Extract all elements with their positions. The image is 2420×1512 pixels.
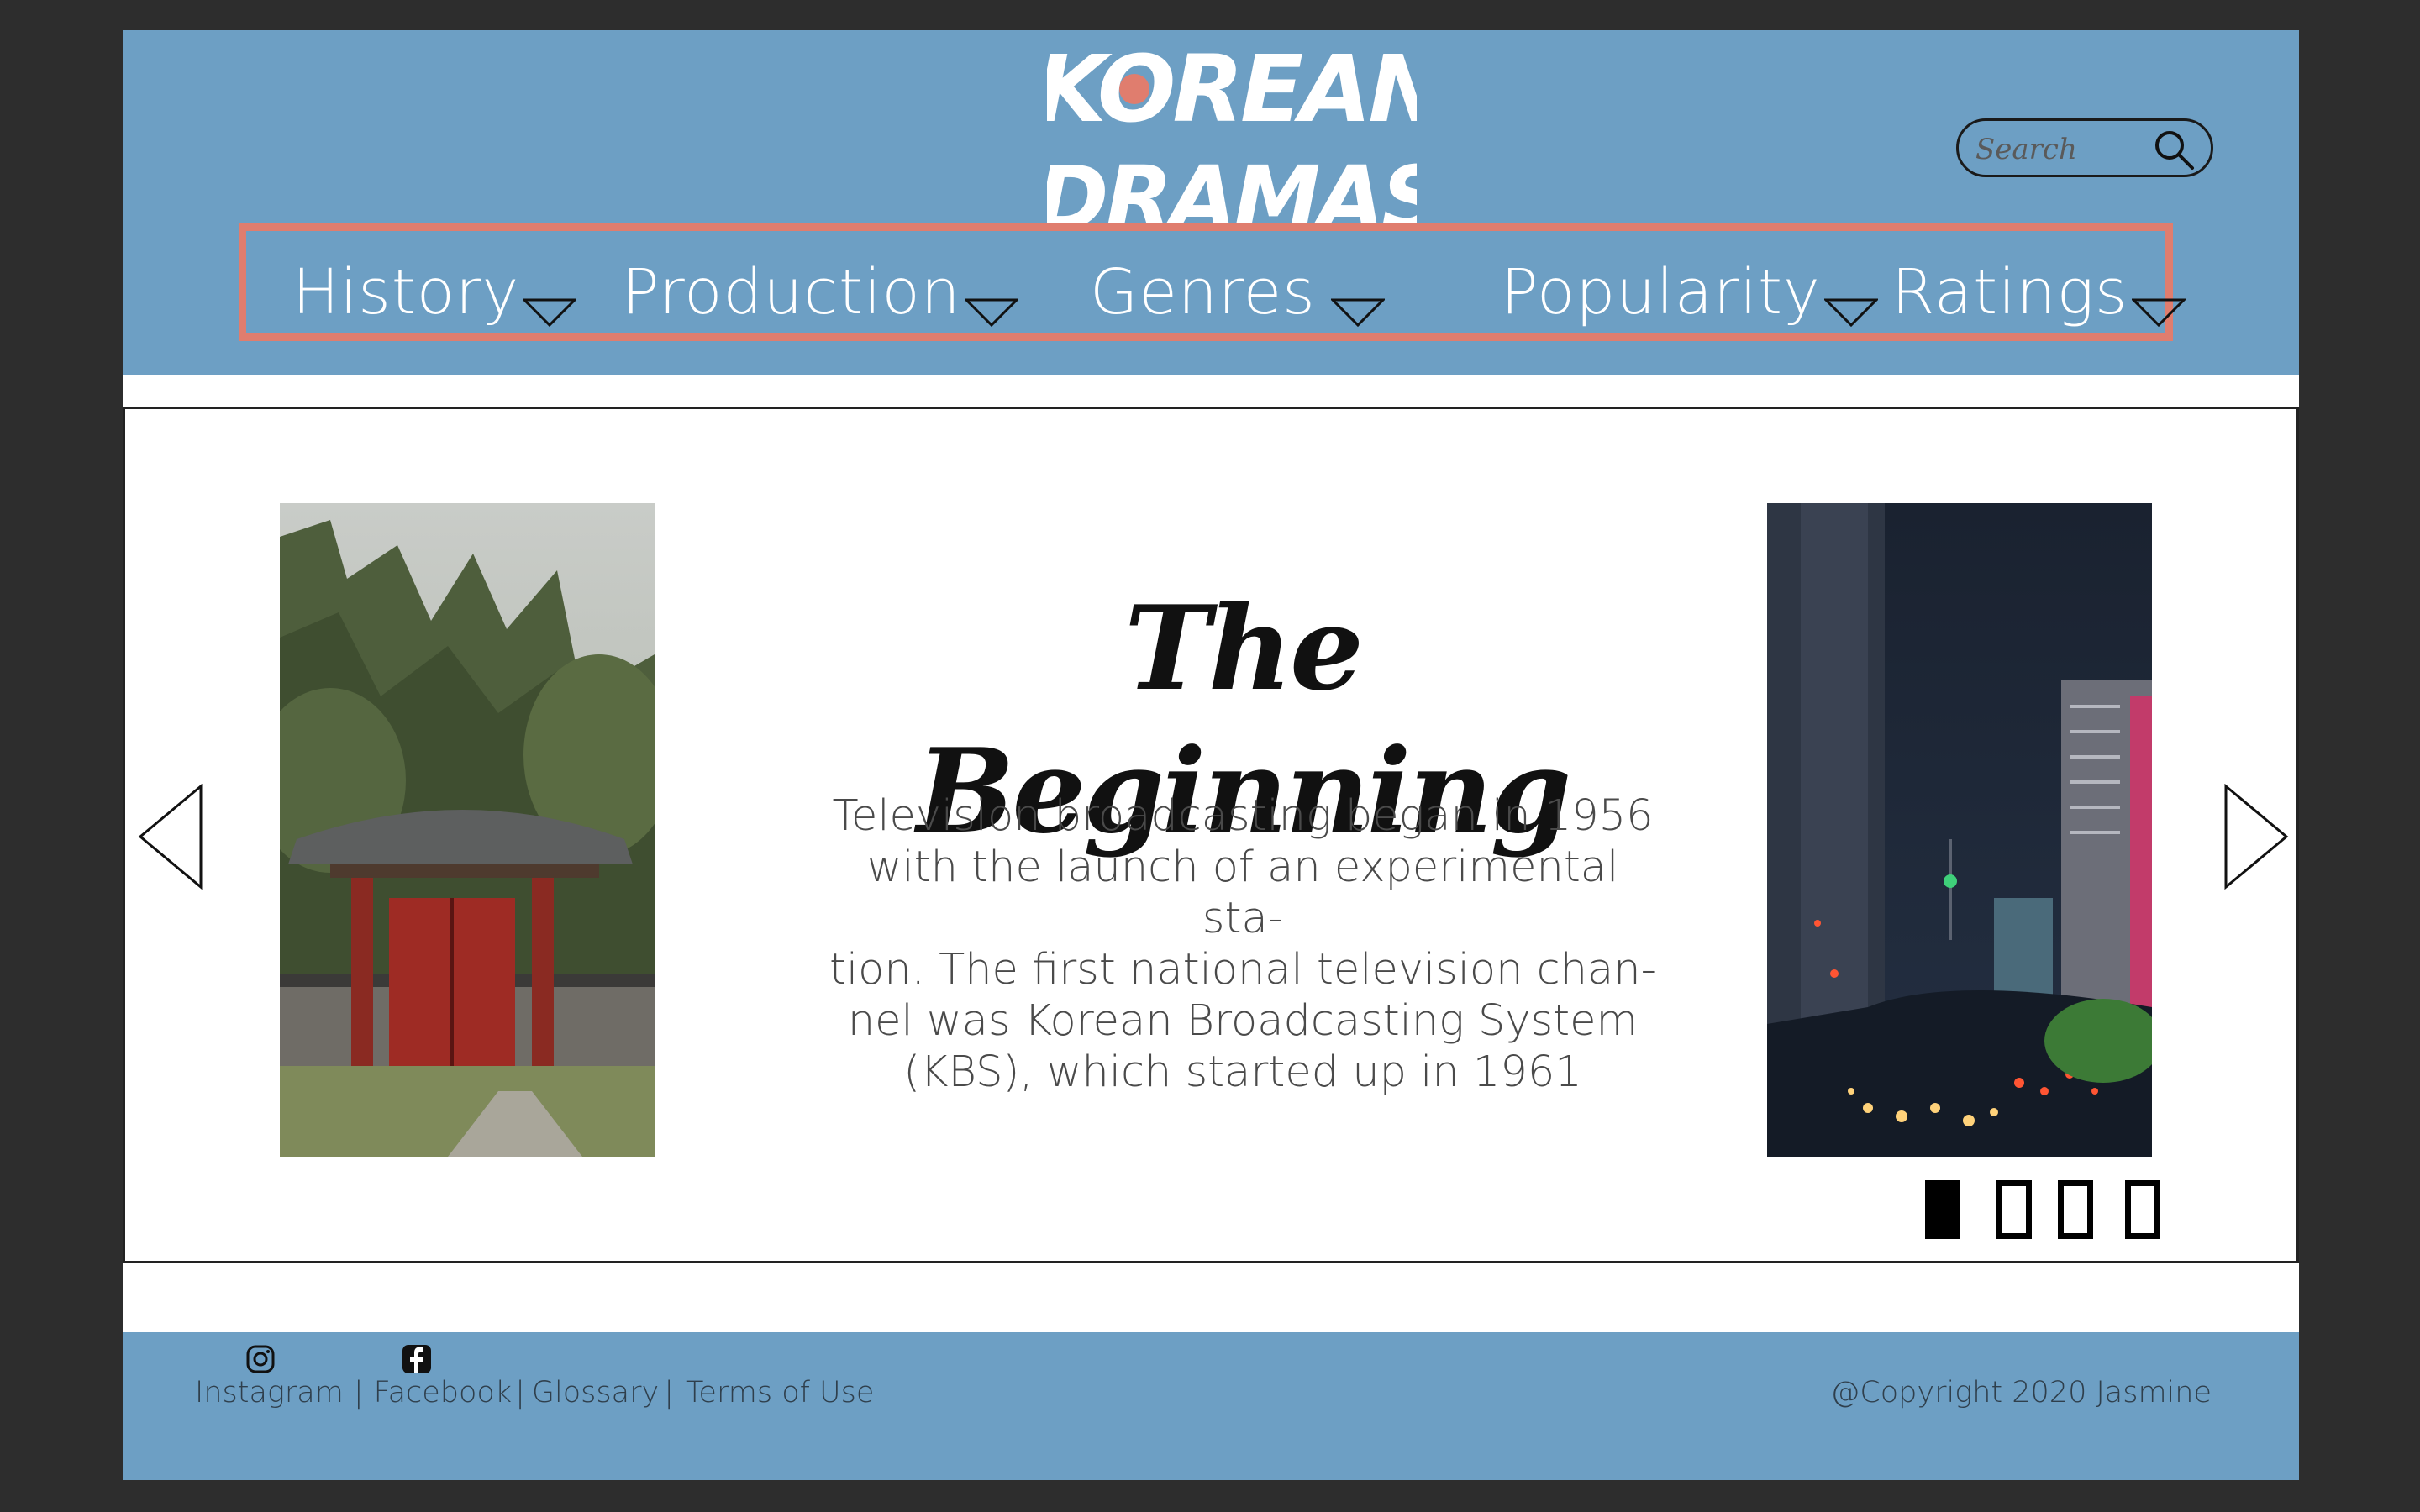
footer-link-facebook[interactable]: Facebook (374, 1376, 512, 1410)
korean-gate-photo (280, 503, 655, 1157)
nav-item-popularity[interactable]: Popularity (1501, 246, 1878, 330)
slide-body: Television broadcasting began in 1956 wi… (823, 790, 1663, 1098)
search-icon[interactable] (2152, 128, 2196, 171)
footer-links: Instagram | Facebook | Glossary | Terms of Use (195, 1376, 874, 1418)
slide-indicator-3[interactable] (2058, 1180, 2093, 1239)
search-input[interactable] (1974, 128, 2154, 171)
slide-indicators (1925, 1180, 2177, 1242)
logo-line-1: KOREAN (1047, 37, 1417, 143)
facebook-icon[interactable] (402, 1344, 432, 1374)
nav-label: Ratings (1891, 256, 2128, 328)
footer-link-terms[interactable]: Terms of Use (686, 1376, 874, 1410)
site-footer: Instagram | Facebook | Glossary | Terms of Use… (123, 1332, 2299, 1480)
site-logo[interactable]: KOREAN DRAMAS (1047, 37, 1417, 247)
chevron-down-icon (1823, 298, 1878, 327)
separator: | (515, 1376, 525, 1410)
page: KOREAN DRAMAS History Production Genres (123, 30, 2299, 1480)
footer-link-glossary[interactable]: Glossary (532, 1376, 659, 1410)
slide-indicator-1[interactable] (1925, 1180, 1960, 1239)
slide-title: The Beginning (916, 580, 1571, 859)
slide-indicator-4[interactable] (2125, 1180, 2160, 1239)
nav-label: Genres (1090, 256, 1316, 328)
search-box (1956, 118, 2213, 177)
slide-body-line: tion. The first national television chan… (829, 945, 1657, 995)
slide-body-line: (KBS), which started up in 1961 (903, 1047, 1582, 1097)
nav-label: History (292, 256, 520, 328)
slide-body-line: with the launch of an experimental sta- (866, 843, 1619, 943)
chevron-down-icon (1330, 298, 1385, 327)
history-carousel: The Beginning Television broadcasting be… (123, 407, 2299, 1263)
chevron-down-icon (523, 298, 577, 327)
main-nav: History Production Genres Popularity Rat… (239, 223, 2186, 341)
separator: | (353, 1376, 364, 1410)
nav-label: Popularity (1501, 256, 1821, 328)
nav-label: Production (622, 256, 961, 328)
copyright-text: @Copyright 2020 Jasmine (1830, 1376, 2212, 1410)
nav-item-production[interactable]: Production (622, 246, 1018, 330)
chevron-right-icon[interactable] (2223, 784, 2290, 890)
slide-body-line: Television broadcasting began in 1956 (832, 791, 1654, 841)
footer-link-instagram[interactable]: Instagram (195, 1376, 344, 1410)
slide-indicator-2[interactable] (1996, 1180, 2032, 1239)
nav-item-genres[interactable]: Genres (1090, 246, 1385, 330)
slide-body-line: nel was Korean Broadcasting System (847, 996, 1639, 1046)
chevron-down-icon (964, 298, 1018, 327)
instagram-icon[interactable] (245, 1344, 276, 1374)
separator: | (664, 1376, 674, 1410)
logo-taegeuk-icon (1119, 74, 1150, 104)
nav-item-history[interactable]: History (292, 246, 577, 330)
seoul-night-street-photo (1767, 503, 2152, 1157)
site-header: KOREAN DRAMAS History Production Genres (123, 30, 2299, 375)
chevron-down-icon (2131, 298, 2186, 327)
nav-item-ratings[interactable]: Ratings (1891, 246, 2186, 330)
chevron-left-icon[interactable] (137, 784, 204, 890)
